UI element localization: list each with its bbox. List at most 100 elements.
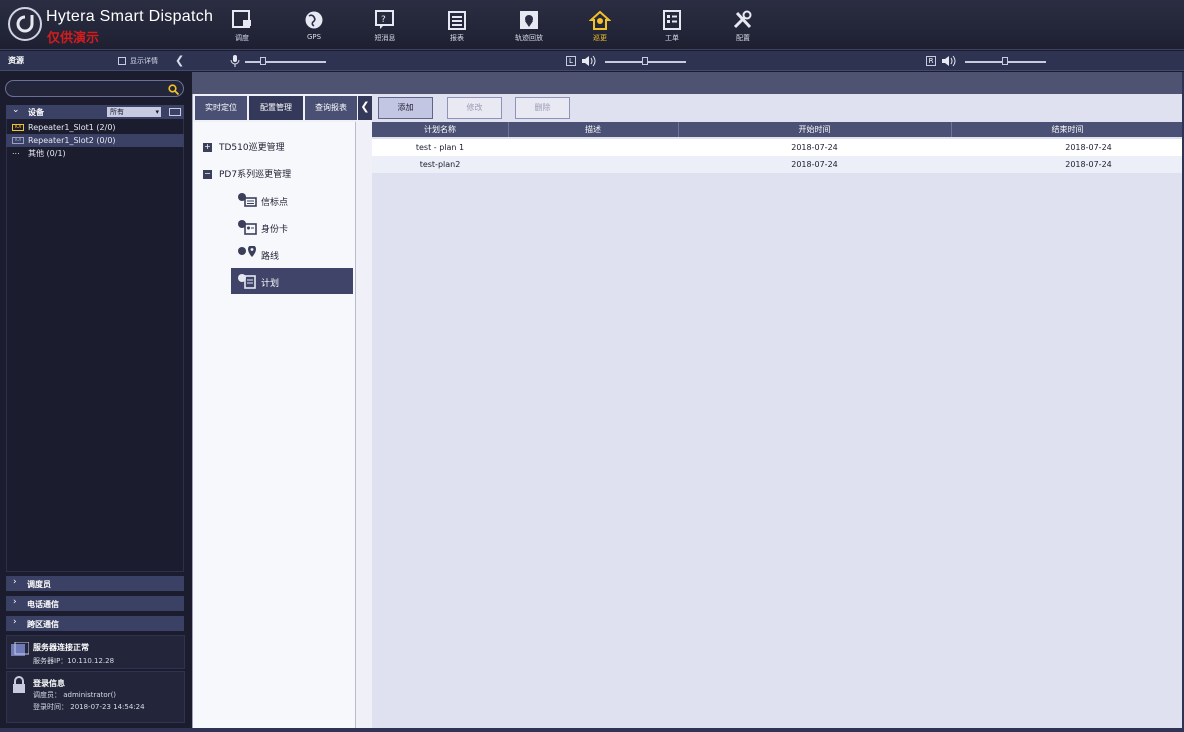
tab-config-management[interactable]: 配置管理 [249,96,303,120]
delete-button[interactable]: 删除 [515,97,570,119]
mic-volume-control [230,55,330,68]
devices-label: 设备 [28,108,44,117]
tree-leaf-beacon[interactable]: 信标点 [231,187,353,213]
plan-icon [238,274,256,289]
device-name: Repeater1_Slot1 (2/0) [28,123,116,132]
accordion-phone[interactable]: › 电话通信 [6,596,184,611]
device-item-repeater1-slot1[interactable]: IOI Repeater1_Slot1 (2/0) [6,121,184,134]
mic-volume-knob[interactable] [260,57,266,65]
show-detail-checkbox[interactable] [118,57,126,65]
message-icon: ? [375,10,394,29]
tab-query-report[interactable]: 查询报表 [305,96,357,120]
nav-dispatch-label: 调度 [235,34,249,42]
cell-start-time: 2018-07-24 [791,143,838,152]
patrol-tree: + TD510巡更管理 − PD7系列巡更管理 信标点 身份卡 路线 计划 [193,122,356,728]
device-filter-select[interactable]: 所有 ▾ [107,107,161,117]
login-time-label: 登录时间： [33,703,68,711]
server-status-title: 服务器连接正常 [33,643,89,652]
server-ip-line: 服务器IP：10.110.12.28 [33,656,114,666]
server-ip-label: 服务器IP： [33,657,68,665]
device-view-toggle-icon[interactable] [169,108,181,116]
patrol-icon [589,10,611,30]
login-time-value: 2018-07-23 14:54:24 [70,703,145,711]
config-tools-icon [733,10,752,29]
globe-icon [305,11,323,29]
nav-gps-label: GPS [306,33,322,41]
nav-dispatch[interactable]: 调度 [220,8,264,48]
accordion-dispatchers-label: 调度员 [27,580,51,589]
route-icon [238,246,256,257]
nav-message-label: 短消息 [374,34,396,42]
accordion-dispatchers[interactable]: › 调度员 [6,576,184,591]
devices-section-header[interactable]: ⌄ 设备 所有 ▾ [6,105,184,119]
device-item-repeater1-slot2[interactable]: IOI Repeater1_Slot2 (0/0) [6,134,184,147]
nav-message[interactable]: ? 短消息 [363,8,407,48]
accordion-cross-region[interactable]: › 跨区通信 [6,616,184,631]
column-header-description[interactable]: 描述 [508,124,678,135]
nav-work-order-label: 工单 [665,34,679,42]
table-row[interactable]: test-plan2 2018-07-24 2018-07-24 [372,156,1184,173]
tree-group-td510[interactable]: + TD510巡更管理 [203,140,285,153]
left-speaker-volume-knob[interactable] [642,57,648,65]
login-info-title: 登录信息 [33,679,65,688]
nav-gps[interactable]: GPS [292,8,336,48]
nav-patrol-label: 巡更 [593,34,607,42]
right-speaker-volume-knob[interactable] [1002,57,1008,65]
search-icon[interactable] [168,84,179,95]
tree-group-pd7-label: PD7系列巡更管理 [219,170,292,180]
tree-leaf-beacon-label: 信标点 [261,198,289,208]
tree-leaf-plan-label: 计划 [261,279,280,289]
dispatch-icon [232,10,251,28]
microphone-icon [230,55,240,67]
content-top-bar [192,72,1184,94]
nav-report[interactable]: 报表 [435,8,479,48]
tab-realtime-location[interactable]: 实时定位 [195,96,247,120]
table-row[interactable]: test - plan 1 2018-07-24 2018-07-24 [372,139,1184,156]
mic-volume-track[interactable] [245,61,326,63]
column-header-plan-name[interactable]: 计划名称 [372,124,508,135]
collapse-tree-chevron-icon[interactable]: ❮ [358,96,372,120]
nav-patrol[interactable]: 巡更 [578,8,622,48]
server-status-box: 服务器连接正常 服务器IP：10.110.12.28 [6,635,185,669]
more-icon: ... [12,147,20,156]
cell-end-time: 2018-07-24 [1065,143,1112,152]
collapse-left-panel-chevron-icon[interactable]: ❮ [175,54,184,67]
resources-title: 资源 [8,56,24,65]
device-item-other[interactable]: ... 其他 (0/1) [6,147,184,160]
right-channel-badge: R [926,56,936,66]
nav-config[interactable]: 配置 [721,8,765,48]
repeater-icon: IOI [12,124,24,131]
server-ip-value: 10.110.12.28 [67,657,115,665]
column-header-start-time[interactable]: 开始时间 [678,124,951,135]
dispatcher-value: administrator() [63,691,117,699]
chevron-down-icon: ⌄ [12,105,20,115]
login-time-line: 登录时间： 2018-07-23 14:54:24 [33,702,145,712]
resource-search-input[interactable] [5,80,184,97]
nav-track-playback-label: 轨迹回放 [515,34,543,42]
window-bottom-border [0,728,1184,732]
speaker-icon [582,55,596,67]
tree-group-pd7[interactable]: − PD7系列巡更管理 [203,167,291,180]
column-header-end-time[interactable]: 结束时间 [951,124,1184,135]
tree-leaf-route[interactable]: 路线 [231,241,353,267]
cell-start-time: 2018-07-24 [791,160,838,169]
nav-work-order[interactable]: 工单 [650,8,694,48]
cell-plan-name: test-plan2 [419,160,461,169]
plan-content-area: 添加 修改 删除 计划名称 描述 开始时间 结束时间 test - plan 1… [372,94,1184,728]
tree-leaf-plan[interactable]: 计划 [231,268,353,294]
patrol-tree-panel: 实时定位 配置管理 查询报表 ❮ + TD510巡更管理 − PD7系列巡更管理 信… [192,94,372,728]
expand-plus-icon[interactable]: + [203,143,212,152]
resource-panel: ⌄ 设备 所有 ▾ IOI Repeater1_Slot1 (2/0) IOI R… [0,72,190,732]
accordion-cross-region-label: 跨区通信 [27,620,59,629]
add-button[interactable]: 添加 [378,97,433,119]
right-speaker-volume-control: R [926,55,1050,68]
tree-leaf-route-label: 路线 [261,252,280,262]
nav-track-playback[interactable]: 轨迹回放 [507,8,551,48]
audio-toolbar: 资源 显示详情 ❮ L R [0,51,1184,71]
dispatcher-line: 调度员： administrator() [33,690,116,700]
edit-button[interactable]: 修改 [447,97,502,119]
mid-tabs: 实时定位 配置管理 查询报表 ❮ [193,96,373,120]
collapse-minus-icon[interactable]: − [203,170,212,179]
tree-leaf-id-card[interactable]: 身份卡 [231,214,353,240]
left-channel-badge: L [566,56,576,66]
